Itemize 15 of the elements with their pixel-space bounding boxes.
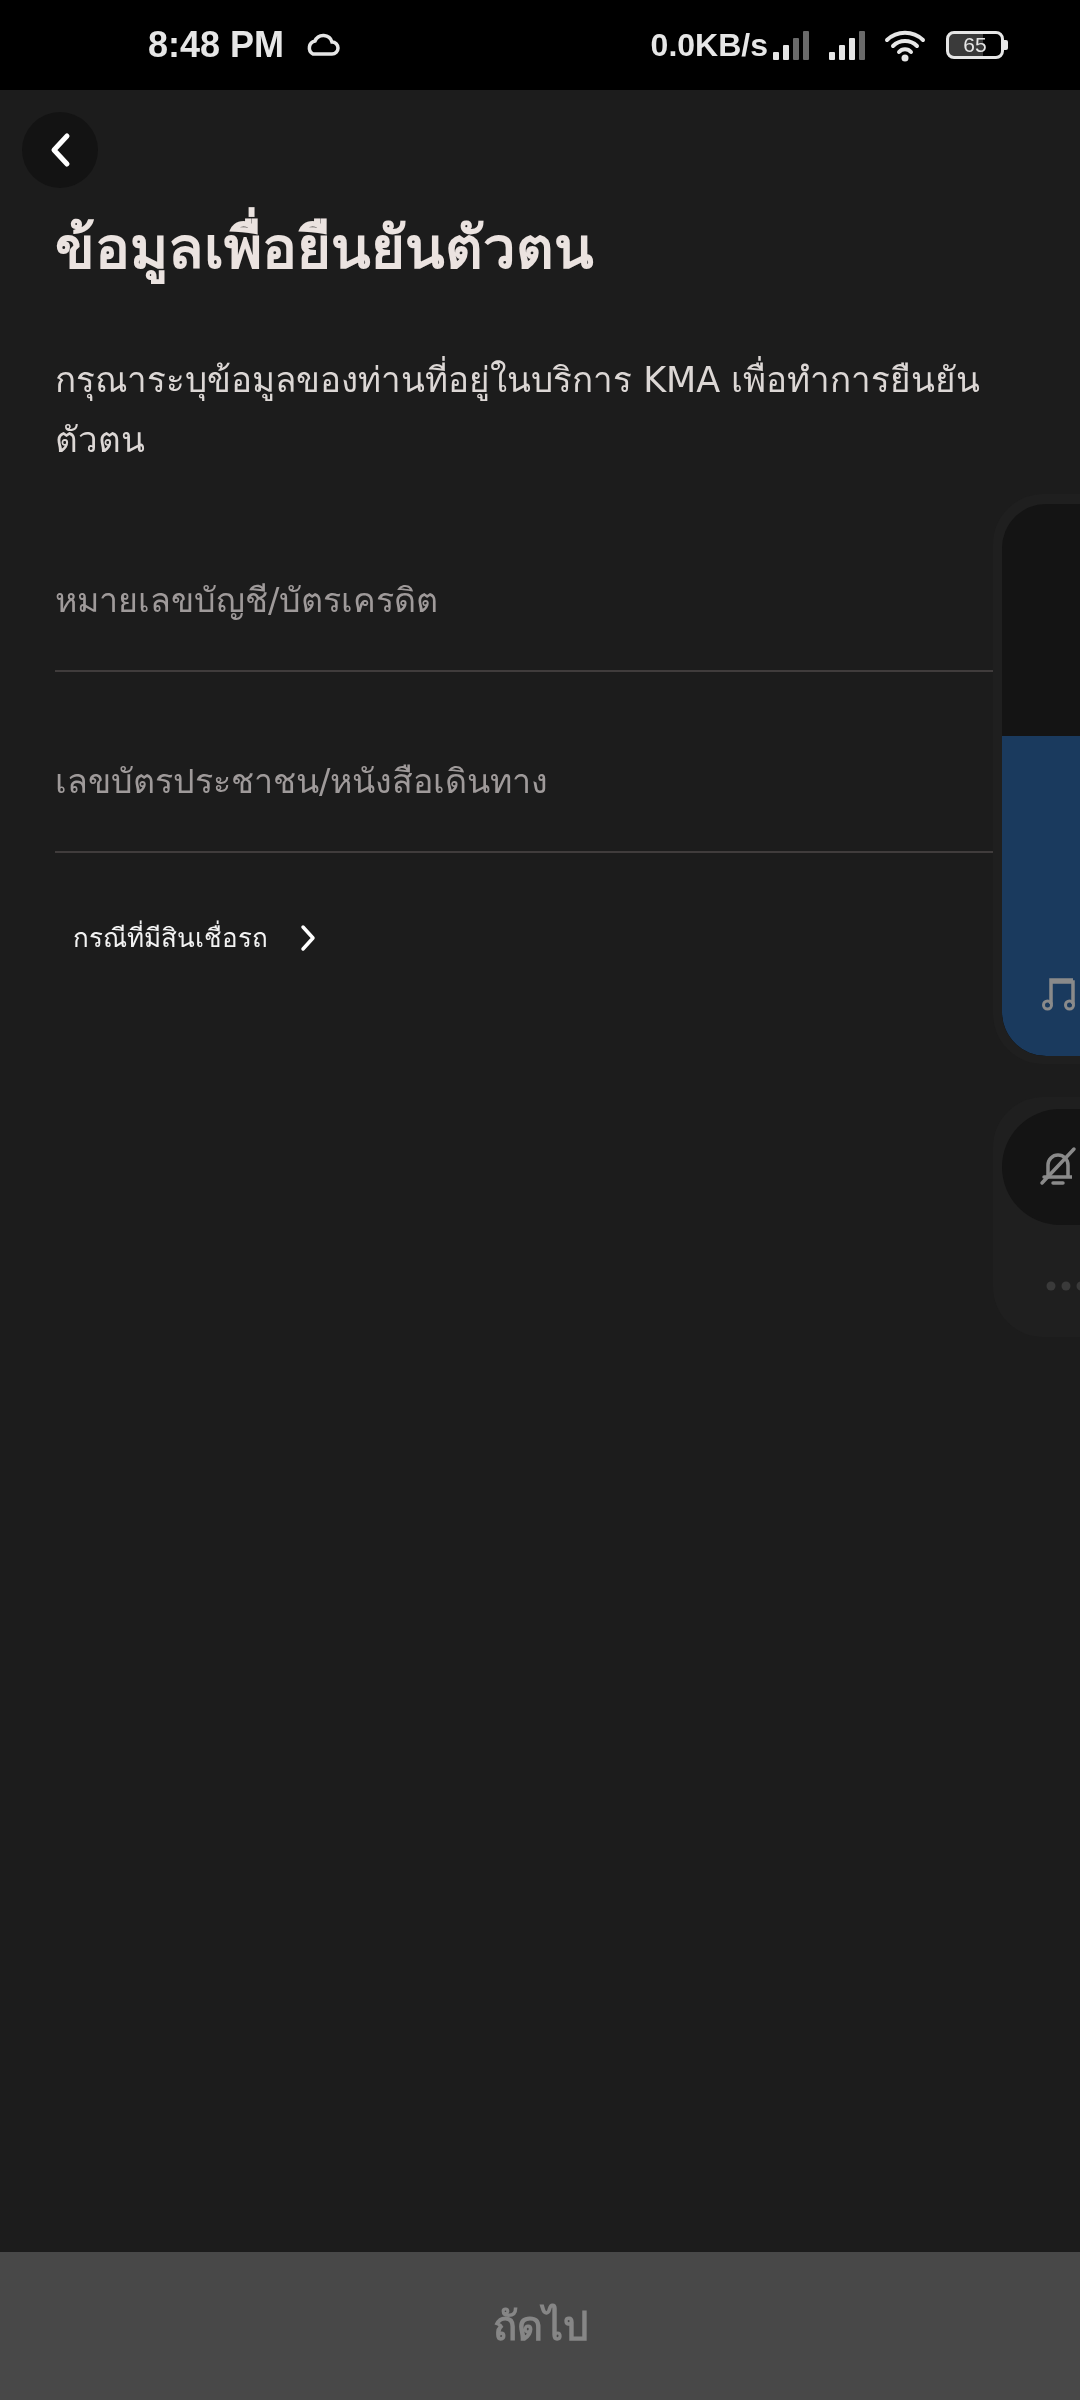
car-loan-link[interactable]: กรณีที่มีสินเชื่อรถ	[73, 909, 316, 966]
description-text: กรุณาระบุข้อมูลของท่านที่อยู่ในบริการ KMA เพื่อทำการยืนยันตัวตน	[55, 350, 1015, 470]
network-speed: 0.0KB/s	[650, 26, 768, 64]
signal-icon	[772, 30, 810, 60]
status-time: 8:48 PM	[148, 24, 285, 66]
signal-icon	[828, 30, 866, 60]
battery-indicator: 65	[946, 31, 1008, 59]
input-field[interactable]: หมายเลขบัญชี/บัตรเครดิต	[55, 552, 990, 672]
back-chevron-icon	[49, 132, 71, 168]
input-field[interactable]: เลขบัตรประชาชน/หนังสือเดินทาง	[55, 733, 990, 853]
more-dots-icon[interactable]	[1046, 1281, 1080, 1291]
chevron-right-icon	[300, 923, 316, 952]
wifi-icon	[884, 28, 926, 62]
page-title: ข้อมูลเพื่อยืนยันตัวตน	[55, 203, 1080, 293]
mute-button[interactable]	[1002, 1109, 1080, 1225]
